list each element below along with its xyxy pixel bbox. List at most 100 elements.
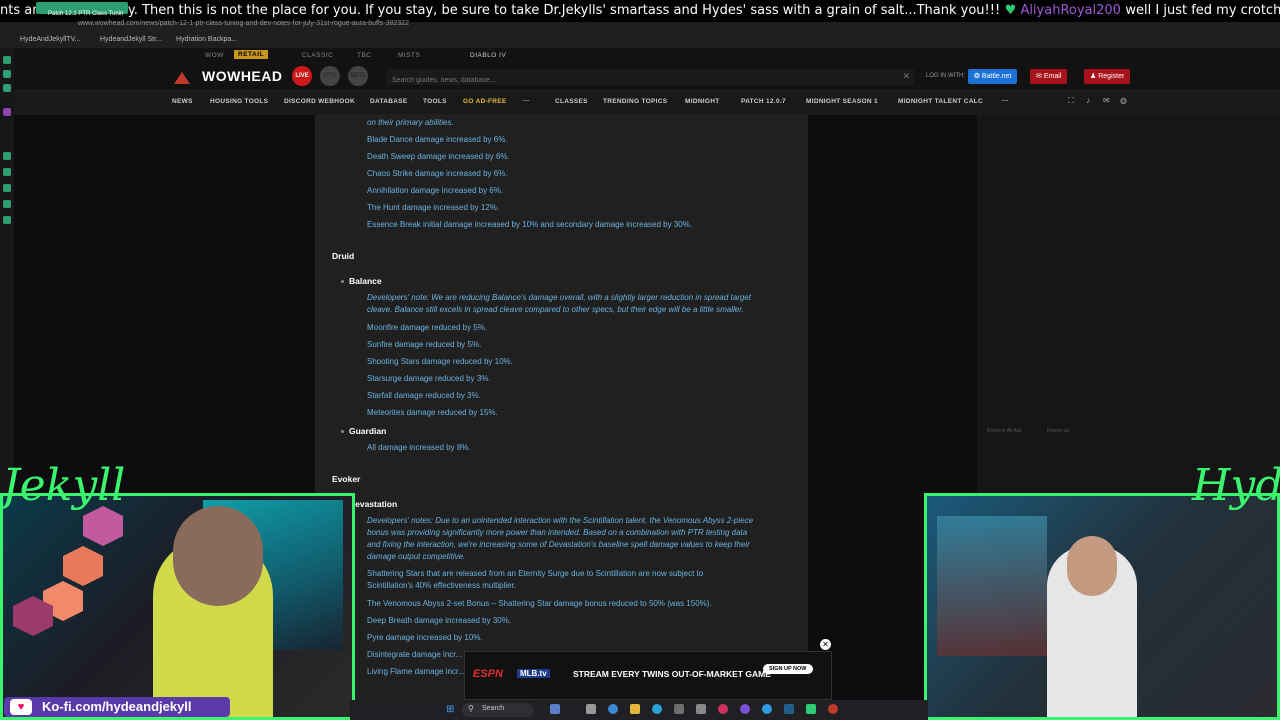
list-item[interactable]: Sunfire damage reduced by 5%. bbox=[367, 340, 481, 349]
taskbar-app-icon[interactable] bbox=[586, 704, 596, 714]
bookmark-1[interactable]: HydeAndJekyllTV... bbox=[20, 36, 80, 43]
kofi-banner[interactable]: ♥ Ko-fi.com/hydeandjekyll bbox=[4, 697, 230, 717]
list-item[interactable]: Blade Dance damage increased by 6%. bbox=[367, 135, 508, 144]
dev-note-line: bonus was providing significantly more p… bbox=[367, 528, 748, 537]
list-item[interactable]: Pyre damage increased by 10%. bbox=[367, 633, 483, 642]
list-item[interactable]: Essence Break initial damage increased b… bbox=[367, 220, 692, 229]
ad-cta-button[interactable]: SIGN UP NOW bbox=[763, 664, 813, 674]
version-tab-wow[interactable]: WOW bbox=[205, 52, 224, 59]
nav-trending-topics[interactable]: TRENDING TOPICS bbox=[603, 98, 667, 105]
taskbar-steam-icon[interactable] bbox=[784, 704, 794, 714]
sidebar-app-icon[interactable] bbox=[3, 168, 11, 176]
taskbar-discord-icon[interactable] bbox=[740, 704, 750, 714]
bookmark-3[interactable]: Hydration Backpa... bbox=[176, 36, 237, 43]
version-tab-classic[interactable]: CLASSIC bbox=[302, 52, 333, 59]
taskbar-app-icon[interactable] bbox=[828, 704, 838, 714]
ad-close-icon[interactable]: ✕ bbox=[820, 639, 831, 650]
list-item[interactable]: Death Sweep damage increased by 6%. bbox=[367, 152, 510, 161]
sidebar-app-icon[interactable] bbox=[3, 70, 11, 78]
taskbar-app-icon[interactable] bbox=[762, 704, 772, 714]
nav-classes[interactable]: CLASSES bbox=[555, 98, 588, 105]
taskbar-search-box[interactable]: ⚲ Search bbox=[462, 703, 534, 717]
taskbar-app-icon[interactable] bbox=[652, 704, 662, 714]
live-badge[interactable]: LIVE bbox=[292, 66, 312, 86]
mail-nav-icon[interactable]: ✉ bbox=[1103, 96, 1110, 105]
list-item[interactable]: The Hunt damage increased by 12%. bbox=[367, 203, 499, 212]
taskbar-app-icon[interactable] bbox=[550, 704, 560, 714]
search-box[interactable]: ✕ bbox=[386, 69, 914, 88]
nav-database[interactable]: DATABASE bbox=[370, 98, 408, 105]
right-ad-column: Remove All Ads Report ad bbox=[977, 114, 1280, 494]
list-item[interactable]: Meteorites damage reduced by 15%. bbox=[367, 408, 498, 417]
ptr-circle-icon[interactable]: PTR bbox=[320, 66, 340, 86]
sidebar-app-icon[interactable] bbox=[3, 200, 11, 208]
nav-patch[interactable]: PATCH 12.0.7 bbox=[741, 98, 786, 105]
nav-news[interactable]: NEWS bbox=[172, 98, 193, 105]
version-tab-mists[interactable]: MISTS bbox=[398, 52, 420, 59]
nav-midnight[interactable]: MIDNIGHT bbox=[685, 98, 720, 105]
nav-tools[interactable]: TOOLS bbox=[423, 98, 447, 105]
remove-ads-link[interactable]: Remove All Ads bbox=[987, 428, 1022, 434]
nav-discord-webhook[interactable]: DISCORD WEBHOOK bbox=[284, 98, 355, 105]
list-item[interactable]: Starsurge damage reduced by 3%. bbox=[367, 374, 491, 383]
report-ad-link[interactable]: Report ad bbox=[1047, 428, 1069, 434]
clear-search-icon[interactable]: ✕ bbox=[902, 71, 910, 82]
list-item[interactable]: Disintegrate damage incr... bbox=[367, 650, 462, 659]
dev-note-line: Developers' notes: Due to an unintended … bbox=[367, 516, 754, 525]
ad-brand-mlbtv: MLB.tv bbox=[517, 669, 550, 678]
list-item[interactable]: Starfall damage reduced by 3%. bbox=[367, 391, 481, 400]
sidebar-app-icon[interactable] bbox=[3, 56, 11, 64]
windows-start-icon[interactable]: ⊞ bbox=[446, 704, 454, 715]
nav-more-2[interactable]: ... bbox=[1002, 96, 1008, 103]
version-tab-tbc[interactable]: TBC bbox=[357, 52, 372, 59]
list-item[interactable]: Scintillation's 40% effectiveness multip… bbox=[367, 581, 516, 590]
address-bar[interactable]: www.wowhead.com/news/patch-12-1-ptr-clas… bbox=[78, 20, 409, 27]
sidebar-app-icon[interactable] bbox=[3, 216, 11, 224]
list-item[interactable]: All damage increased by 8%. bbox=[367, 443, 471, 452]
taskbar-edge-icon[interactable] bbox=[608, 704, 618, 714]
nav-more-1[interactable]: ... bbox=[523, 96, 529, 103]
sidebar-twitch-icon[interactable] bbox=[3, 108, 11, 116]
ad-banner[interactable]: ESPN MLB.tv STREAM EVERY TWINS OUT-OF-MA… bbox=[464, 651, 832, 700]
bell-icon[interactable]: ♪ bbox=[1086, 96, 1090, 105]
taskbar-app-icon[interactable] bbox=[718, 704, 728, 714]
mail-icon: ✉ bbox=[1036, 73, 1044, 80]
nav-talent-calc[interactable]: MIDNIGHT TALENT CALC bbox=[898, 98, 983, 105]
sidebar-app-icon[interactable] bbox=[3, 84, 11, 92]
register-button[interactable]: ♟ Register bbox=[1084, 69, 1131, 84]
taskbar-app-icon[interactable] bbox=[806, 704, 816, 714]
globe-icon[interactable]: ◍ bbox=[1120, 96, 1127, 105]
sidebar-app-icon[interactable] bbox=[3, 152, 11, 160]
email-label: Email bbox=[1043, 73, 1062, 80]
sidebar-app-icon[interactable] bbox=[3, 184, 11, 192]
browser-tab[interactable]: Patch 12.1 PTR Class Tunin bbox=[36, 2, 128, 17]
site-logo[interactable]: WOWHEAD bbox=[202, 68, 283, 84]
list-item[interactable]: Moonfire damage reduced by 5%. bbox=[367, 323, 487, 332]
taskbar-search-label: Search bbox=[482, 705, 505, 712]
fullscreen-icon[interactable]: ⛶ bbox=[1068, 96, 1074, 106]
list-item[interactable]: Shattering Stars that are released from … bbox=[367, 569, 703, 578]
taskbar-search-icon: ⚲ bbox=[468, 704, 474, 713]
list-item[interactable]: Deep Breath damage increased by 30%. bbox=[367, 616, 511, 625]
nav-midnight-season[interactable]: MIDNIGHT SEASON 1 bbox=[806, 98, 878, 105]
version-tab-diablo[interactable]: DIABLO IV bbox=[470, 52, 506, 59]
nav-housing-tools[interactable]: HOUSING TOOLS bbox=[210, 98, 268, 105]
version-tab-retail[interactable]: RETAIL bbox=[234, 50, 268, 59]
taskbar-folder-icon[interactable] bbox=[630, 704, 640, 714]
list-item[interactable]: Shooting Stars damage reduced by 10%. bbox=[367, 357, 513, 366]
browser-tab-title: Patch 12.1 PTR Class Tunin bbox=[48, 11, 124, 17]
beta-circle-icon[interactable]: BETA bbox=[348, 66, 368, 86]
nav-go-ad-free[interactable]: GO AD-FREE bbox=[463, 98, 507, 105]
taskbar-app-icon[interactable] bbox=[674, 704, 684, 714]
bookmark-2[interactable]: HydeandJekyll Str... bbox=[100, 36, 162, 43]
search-input[interactable] bbox=[386, 73, 878, 88]
list-item[interactable]: Chaos Strike damage increased by 6%. bbox=[367, 169, 508, 178]
battlenet-login-button[interactable]: ❂ Battle.net bbox=[968, 69, 1018, 84]
login-label: LOG IN WITH: bbox=[926, 73, 965, 79]
person-hyde-head bbox=[1067, 536, 1117, 596]
list-item[interactable]: Living Flame damage incr... bbox=[367, 667, 465, 676]
email-login-button[interactable]: ✉ Email bbox=[1030, 69, 1068, 84]
taskbar-app-icon[interactable] bbox=[696, 704, 706, 714]
list-item[interactable]: The Venomous Abyss 2-set Bonus – Shatter… bbox=[367, 599, 712, 608]
list-item[interactable]: Annihilation damage increased by 6%. bbox=[367, 186, 503, 195]
